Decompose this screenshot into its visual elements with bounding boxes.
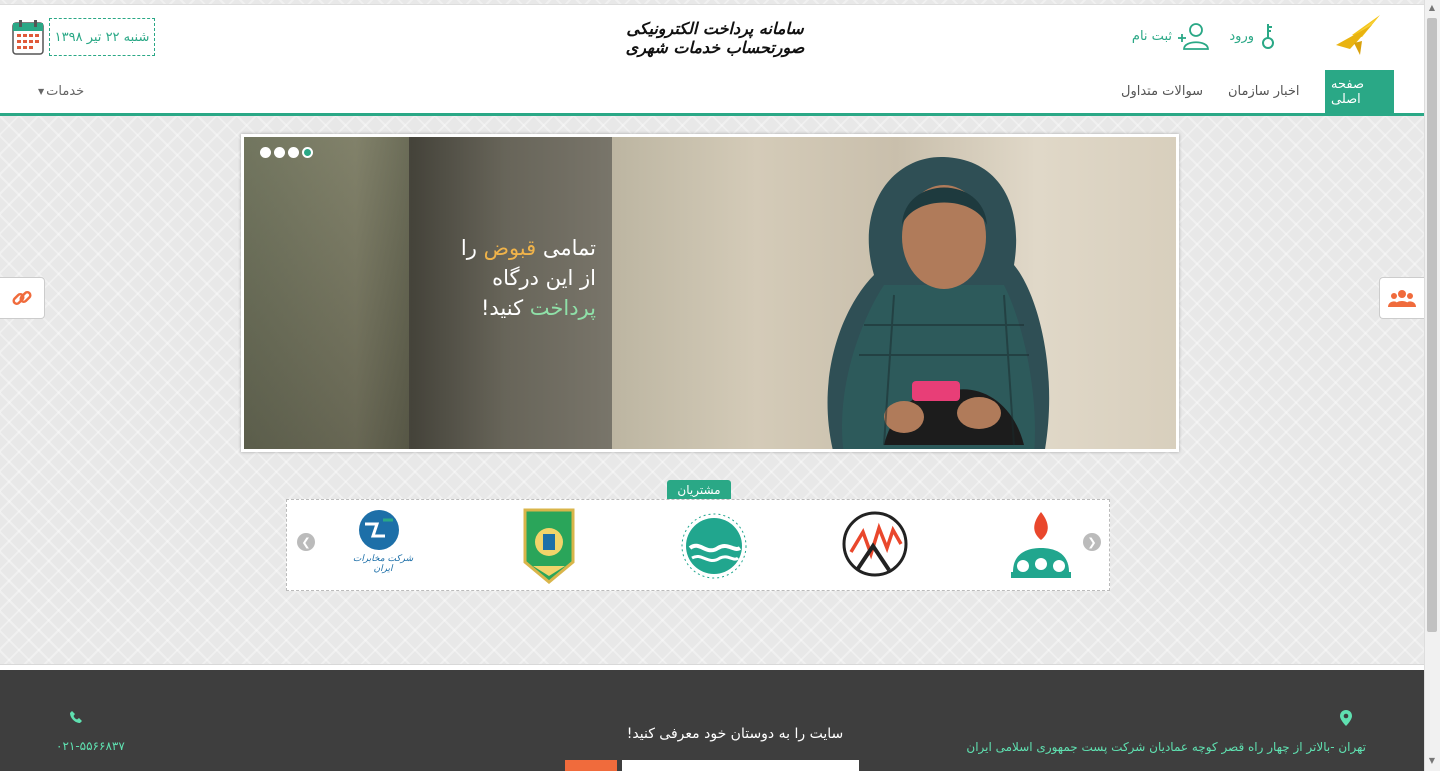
slider-caption: تمامی قبوض را از این درگاه پرداخت کنید! (460, 236, 596, 320)
slider-dot[interactable] (274, 147, 285, 158)
links-button[interactable] (0, 277, 45, 319)
footer: ۰۲۱-۵۵۶۶۸۳۷ سایت را به دوستان خود معرفی … (0, 670, 1424, 771)
login-link[interactable]: ورود (1229, 21, 1276, 51)
water-company-logo[interactable] (674, 508, 754, 584)
carousel-next-button[interactable]: ❯ (1083, 533, 1101, 551)
telecom-iran-logo[interactable]: شرکت مخابرات ایران (343, 508, 423, 584)
telecom-logo-text: شرکت مخابرات ایران (352, 554, 414, 574)
date-display: شنبه ۲۲ تیر ۱۳۹۸ (49, 18, 155, 56)
nav-news[interactable]: اخبار سازمان (1228, 70, 1300, 113)
woman-with-phone-image (827, 156, 1050, 449)
vertical-scrollbar[interactable]: ▲ ▼ (1424, 0, 1440, 771)
add-user-icon (1178, 23, 1209, 50)
traffic-police-logo[interactable] (509, 508, 589, 584)
scroll-up-arrow[interactable]: ▲ (1427, 3, 1437, 15)
post-logo-icon[interactable] (1332, 13, 1382, 57)
key-icon (1262, 24, 1274, 49)
location-pin-icon (1340, 710, 1352, 726)
hero-slider[interactable]: تمامی قبوض را از این درگاه پرداخت کنید! (241, 134, 1179, 452)
calendar-icon[interactable] (12, 19, 44, 55)
page: ورود ثبت نام سامانه پرداخت الکترونیکی صو… (0, 0, 1424, 771)
nav-faq[interactable]: سوالات متداول (1121, 70, 1203, 113)
site-title: سامانه پرداخت الکترونیکی صورتحساب خدمات … (625, 19, 805, 57)
phone-icon (70, 711, 82, 723)
nav-services-label: خدمات (46, 84, 85, 99)
slider-dot[interactable] (260, 147, 271, 158)
customers-label: مشتریان (667, 480, 731, 500)
slider-dot-active[interactable] (302, 147, 313, 158)
chevron-right-icon: ❯ (1087, 535, 1097, 549)
gas-company-logo[interactable] (1001, 508, 1081, 584)
footer-phone: ۰۲۱-۵۵۶۶۸۳۷ (56, 739, 125, 753)
signup-link[interactable]: ثبت نام (1132, 21, 1210, 51)
nav-home[interactable]: صفحه اصلی (1325, 70, 1394, 113)
link-icon (12, 290, 32, 306)
login-label: ورود (1229, 28, 1254, 44)
share-heading: سایت را به دوستان خود معرفی کنید! (626, 726, 844, 742)
scroll-thumb[interactable] (1427, 18, 1437, 632)
main-nav: صفحه اصلی اخبار سازمان سوالات متداول ▼ خ… (0, 70, 1424, 116)
slider-background-shade (244, 137, 409, 449)
nav-services[interactable]: ▼ خدمات (38, 70, 84, 113)
scroll-down-arrow[interactable]: ▼ (1427, 756, 1437, 768)
share-email-input[interactable] (622, 760, 859, 771)
share-submit-button[interactable] (565, 760, 617, 771)
footer-address: تهران -بالاتر از چهار راه قصر کوچه عمادی… (966, 740, 1366, 754)
signup-label: ثبت نام (1131, 28, 1172, 44)
slider-dot[interactable] (288, 147, 299, 158)
chevron-left-icon: ❮ (301, 535, 311, 549)
slider-dots (260, 147, 313, 158)
header: ورود ثبت نام سامانه پرداخت الکترونیکی صو… (0, 4, 1424, 70)
chevron-down-icon: ▼ (38, 87, 45, 96)
users-icon (1388, 290, 1416, 307)
customers-carousel: ❮ ❯ شرکت مخابرات ایران (286, 499, 1110, 591)
power-company-logo[interactable] (835, 508, 915, 584)
carousel-prev-button[interactable]: ❮ (297, 533, 315, 551)
users-button[interactable] (1379, 277, 1424, 319)
